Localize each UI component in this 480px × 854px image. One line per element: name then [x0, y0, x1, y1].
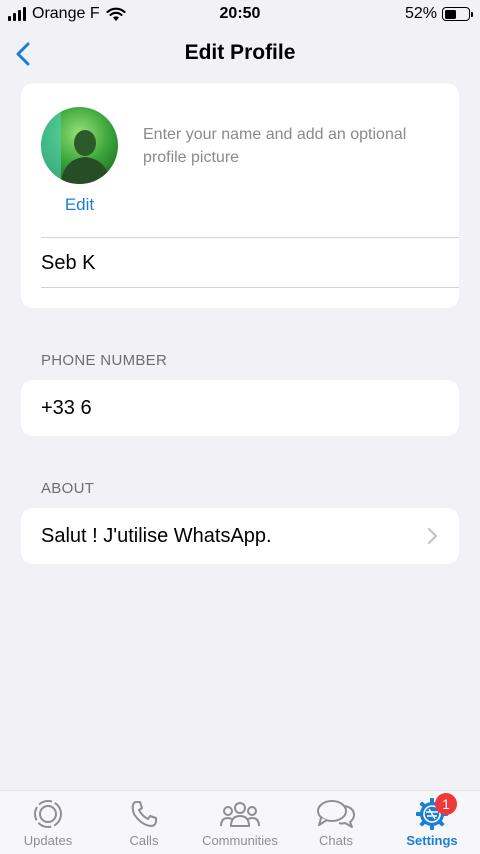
- divider: [41, 287, 459, 288]
- divider: [41, 237, 459, 238]
- tab-label: Chats: [319, 833, 353, 848]
- name-field[interactable]: [41, 240, 449, 286]
- about-value: Salut ! J'utilise WhatsApp.: [41, 525, 272, 547]
- status-bar: Orange F 20:50 52%: [0, 0, 480, 28]
- chevron-right-icon: [427, 527, 438, 545]
- battery-icon: [442, 7, 473, 21]
- updates-icon: [34, 800, 62, 828]
- tab-bar: Updates Calls Communities Chats 1 Settin…: [0, 790, 480, 854]
- communities-icon: [220, 802, 260, 827]
- edit-photo-link[interactable]: Edit: [41, 195, 118, 215]
- about-section-header: ABOUT: [41, 480, 95, 497]
- avatar[interactable]: [41, 107, 118, 184]
- phone-number-value: +33 6: [41, 397, 92, 419]
- phone-card: +33 6: [21, 380, 459, 436]
- tab-label: Communities: [202, 833, 278, 848]
- tab-label: Updates: [23, 833, 73, 848]
- tab-label: Settings: [406, 833, 458, 848]
- phone-section-header: PHONE NUMBER: [41, 352, 168, 369]
- about-row[interactable]: Salut ! J'utilise WhatsApp.: [21, 508, 459, 564]
- tab-settings[interactable]: 1 Settings: [384, 793, 480, 853]
- tab-chats[interactable]: Chats: [288, 797, 384, 853]
- nav-bar: Edit Profile: [0, 32, 480, 76]
- battery-group: 52%: [404, 5, 473, 23]
- tab-communities[interactable]: Communities: [192, 797, 288, 853]
- chats-icon: [317, 800, 355, 828]
- profile-card: Edit Enter your name and add an optional…: [21, 83, 459, 308]
- battery-percent: 52%: [404, 5, 437, 22]
- phone-icon: [131, 801, 157, 827]
- tab-calls[interactable]: Calls: [96, 797, 192, 853]
- profile-hint: Enter your name and add an optional prof…: [143, 126, 407, 166]
- notification-badge: 1: [435, 793, 457, 815]
- page-title: Edit Profile: [184, 41, 296, 64]
- tab-label: Calls: [129, 833, 159, 848]
- tab-updates[interactable]: Updates: [0, 797, 96, 853]
